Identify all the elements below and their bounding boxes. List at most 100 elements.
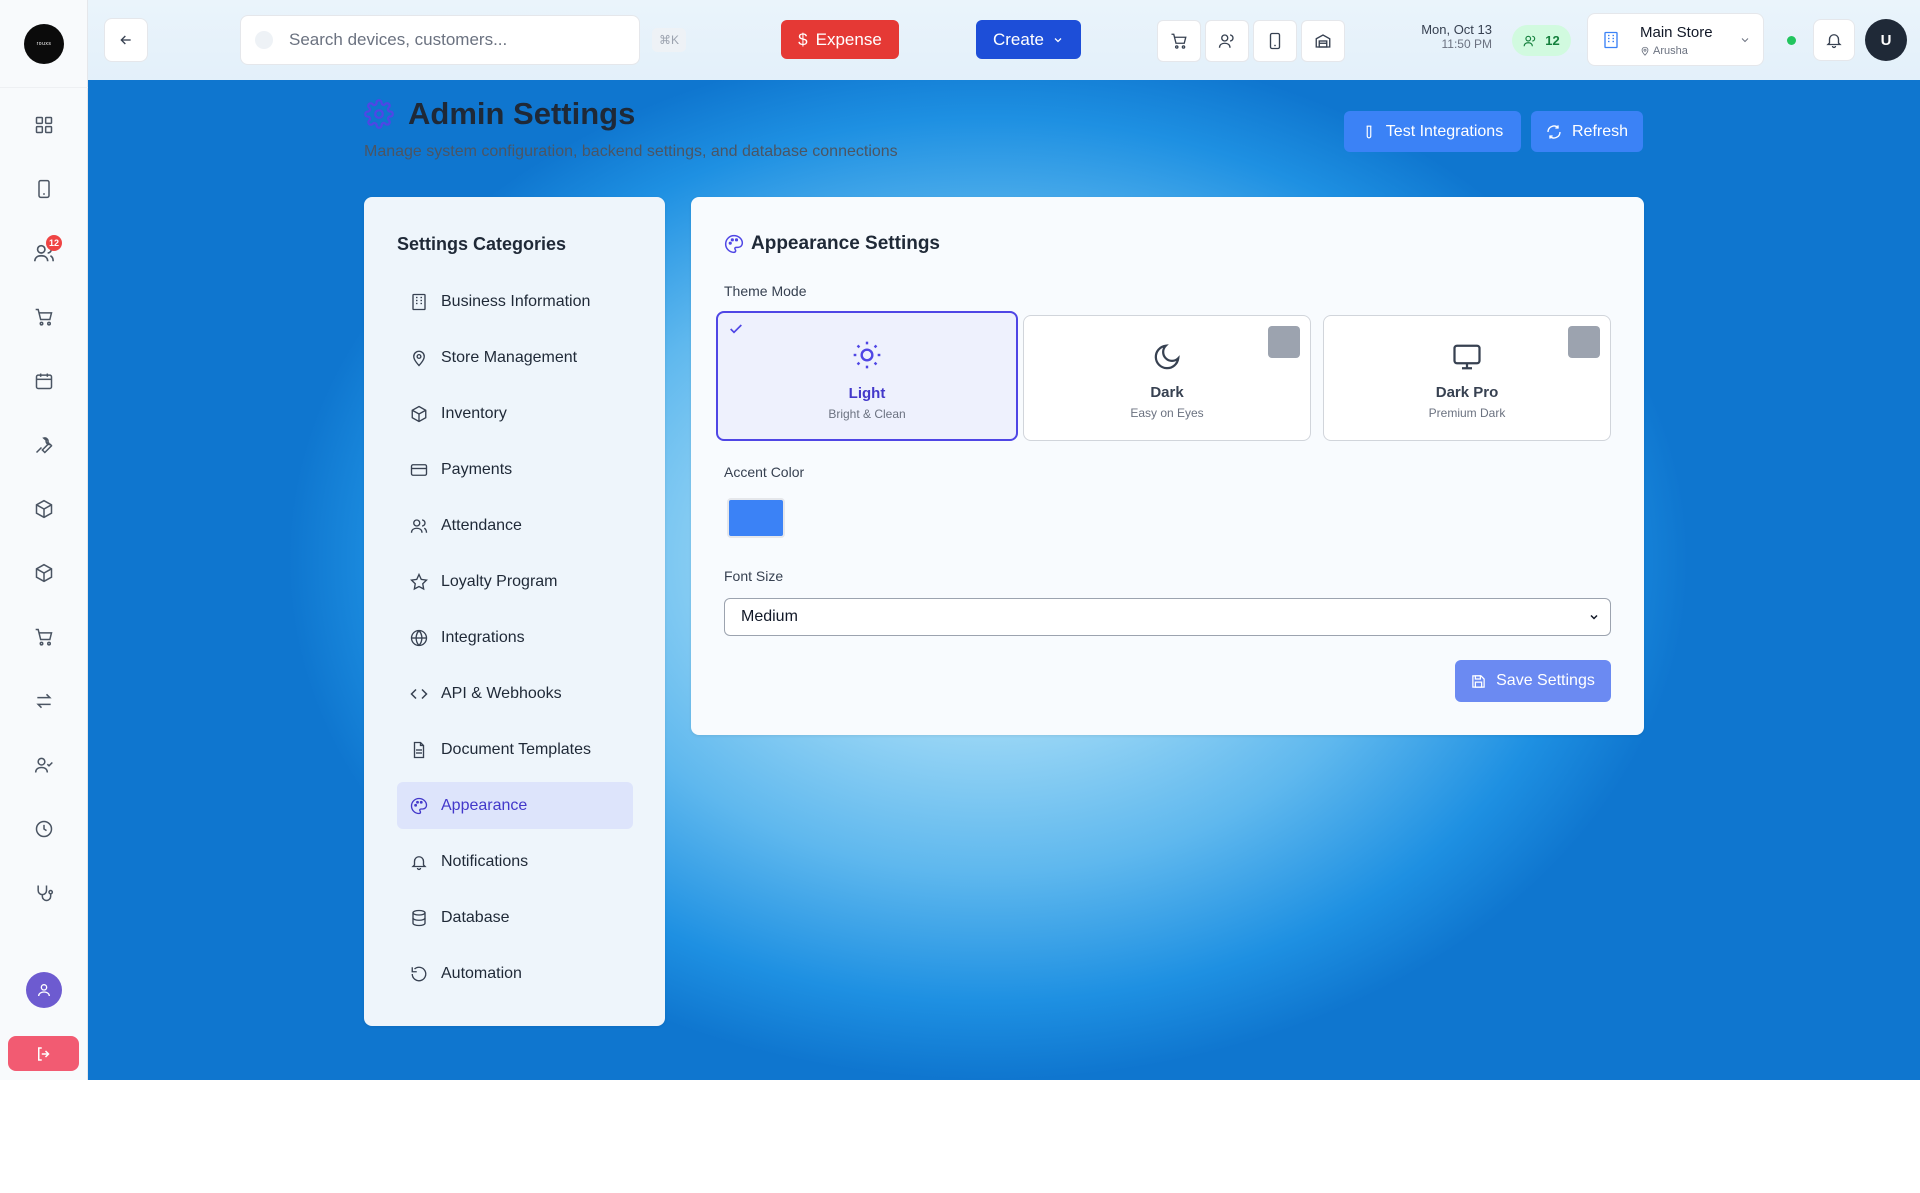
theme-option-light[interactable]: Light Bright & Clean <box>716 311 1018 441</box>
warehouse-icon <box>1315 34 1331 48</box>
category-store-management[interactable]: Store Management <box>397 334 633 381</box>
appearance-title: Appearance Settings <box>751 233 940 254</box>
dollar-icon: $ <box>798 29 808 49</box>
calendar-icon[interactable] <box>24 361 64 401</box>
appearance-settings-card: Appearance Settings Theme Mode Light Bri… <box>691 197 1644 735</box>
theme-name: Light <box>848 385 886 402</box>
stethoscope-icon[interactable] <box>24 873 64 913</box>
back-button[interactable] <box>104 18 148 62</box>
pos-cart-button[interactable] <box>1157 20 1201 62</box>
palette-icon <box>725 234 744 254</box>
arrow-left-icon <box>120 35 131 45</box>
category-attendance[interactable]: Attendance <box>397 502 633 549</box>
category-document-templates[interactable]: Document Templates <box>397 726 633 773</box>
theme-option-dark-pro[interactable]: Dark Pro Premium Dark <box>1323 315 1611 441</box>
credit-card-icon <box>410 463 428 476</box>
theme-name: Dark <box>1150 384 1184 401</box>
logo-area: rouxs <box>0 0 88 88</box>
users-icon <box>1523 35 1536 46</box>
create-label: Create <box>992 29 1045 49</box>
test-integrations-button[interactable]: Test Integrations <box>1344 111 1521 152</box>
warehouse-button[interactable] <box>1301 20 1345 62</box>
category-appearance[interactable]: Appearance <box>397 782 633 829</box>
save-settings-button[interactable]: Save Settings <box>1455 660 1611 702</box>
code-icon <box>410 688 428 699</box>
category-label: Business Information <box>441 292 591 310</box>
category-label: Store Management <box>441 348 578 366</box>
category-label: Payments <box>441 460 513 478</box>
theme-option-dark[interactable]: Dark Easy on Eyes <box>1023 315 1311 441</box>
category-business-information[interactable]: Business Information <box>397 278 633 325</box>
save-icon <box>1472 674 1485 688</box>
category-automation[interactable]: Automation <box>397 950 633 997</box>
search-shortcut: ⌘K <box>652 28 686 52</box>
category-payments[interactable]: Payments <box>397 446 633 493</box>
dashboard-icon[interactable] <box>24 105 64 145</box>
save-settings-label: Save Settings <box>1496 672 1595 689</box>
categories-title: Settings Categories <box>397 234 567 254</box>
category-api-webhooks[interactable]: API & Webhooks <box>397 670 633 717</box>
notifications-button[interactable] <box>1813 19 1855 61</box>
theme-preview-swatch <box>1268 326 1300 358</box>
page-title: Admin Settings <box>408 96 636 131</box>
user-check-icon[interactable] <box>24 745 64 785</box>
date-text: Mon, Oct 13 <box>1421 22 1492 37</box>
chevron-down-icon <box>1741 38 1749 43</box>
test-tube-icon <box>1366 125 1372 138</box>
category-loyalty-program[interactable]: Loyalty Program <box>397 558 633 605</box>
logout-button[interactable] <box>8 1036 79 1071</box>
app-logo[interactable]: rouxs <box>24 23 64 64</box>
logo-text: rouxs <box>36 40 52 47</box>
accent-color-label: Accent Color <box>724 464 805 480</box>
theme-mode-label: Theme Mode <box>724 283 807 299</box>
font-size-select[interactable]: Medium <box>724 598 1611 636</box>
theme-preview-swatch <box>1568 326 1600 358</box>
category-notifications[interactable]: Notifications <box>397 838 633 885</box>
map-pin-icon <box>1641 46 1649 56</box>
accent-color-picker[interactable] <box>727 498 785 538</box>
sun-icon <box>853 341 881 369</box>
user-avatar[interactable]: U <box>1865 19 1907 61</box>
monitor-icon <box>1453 344 1481 370</box>
devices-button[interactable] <box>1253 20 1297 62</box>
create-button[interactable]: Create <box>976 20 1081 59</box>
tablet-icon[interactable] <box>24 169 64 209</box>
category-database[interactable]: Database <box>397 894 633 941</box>
transfer-icon[interactable] <box>24 681 64 721</box>
clock-icon[interactable] <box>24 809 64 849</box>
logout-icon <box>37 1046 50 1061</box>
global-search[interactable] <box>240 15 640 65</box>
package-icon[interactable] <box>24 489 64 529</box>
cart-icon <box>1171 33 1187 49</box>
cart-icon-2[interactable] <box>24 617 64 657</box>
category-label: Database <box>441 908 510 926</box>
expense-button[interactable]: $ Expense <box>781 20 899 59</box>
building-icon <box>412 293 426 310</box>
cart-icon[interactable] <box>24 297 64 337</box>
building-icon <box>1604 31 1618 49</box>
profile-avatar[interactable] <box>26 972 62 1008</box>
tablet-icon <box>1269 32 1281 50</box>
search-input[interactable] <box>289 30 619 50</box>
customers-icon[interactable]: 12 <box>24 233 64 273</box>
bell-icon <box>1826 34 1842 49</box>
refresh-button[interactable]: Refresh <box>1531 111 1643 152</box>
chevron-down-icon <box>1590 614 1598 620</box>
store-selector[interactable]: Main Store Arusha <box>1587 13 1764 66</box>
customers-button[interactable] <box>1205 20 1249 62</box>
package-icon-2[interactable] <box>24 553 64 593</box>
category-label: Loyalty Program <box>441 572 558 590</box>
gear-icon <box>364 99 394 129</box>
category-label: Integrations <box>441 628 525 646</box>
theme-desc: Bright & Clean <box>828 407 906 421</box>
font-size-value: Medium <box>741 608 798 625</box>
store-location-text: Arusha <box>1653 45 1688 57</box>
online-users-pill[interactable]: 12 <box>1512 25 1571 56</box>
category-inventory[interactable]: Inventory <box>397 390 633 437</box>
theme-desc: Premium Dark <box>1428 406 1506 420</box>
refresh-icon <box>1547 124 1561 139</box>
category-integrations[interactable]: Integrations <box>397 614 633 661</box>
search-icon <box>255 31 273 49</box>
wrench-icon[interactable] <box>24 425 64 465</box>
moon-icon <box>1154 344 1180 370</box>
